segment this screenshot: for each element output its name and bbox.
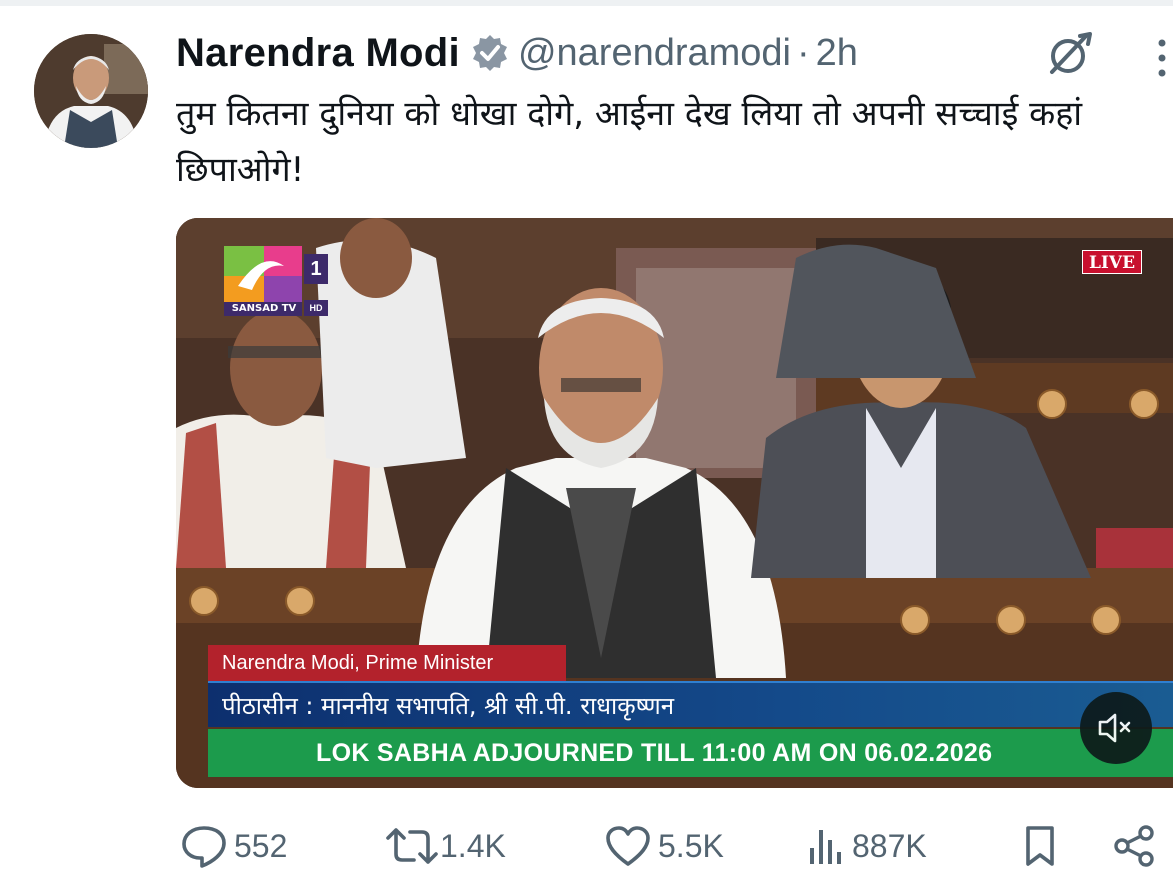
repost-button[interactable]: 1.4K [384,824,506,868]
bookmark-icon [1026,826,1054,866]
sansad-tv-logo: SANSAD TV 1 HD [224,246,328,316]
more-options-icon[interactable] [1155,38,1169,78]
grok-icon[interactable] [1044,30,1094,76]
share-button[interactable] [1110,824,1158,868]
separator-dot: · [797,31,810,74]
repost-count: 1.4K [440,827,506,864]
heart-icon [606,826,650,866]
top-divider [0,0,1173,6]
views-chart-icon [810,830,841,864]
news-ticker: LOK SABHA ADJOURNED TILL 11:00 AM ON 06.… [208,729,1173,777]
lower-third-name: Narendra Modi, Prime Minister [208,645,566,681]
live-badge: LIVE [1082,250,1142,274]
tweet-header: Narendra Modi @narendramodi · 2h [176,28,858,78]
repost-icon [386,828,438,864]
like-count: 5.5K [658,827,724,864]
mute-button[interactable] [1080,692,1152,764]
reply-count: 552 [234,827,288,864]
tweet-actions: 552 1.4K 5.5K 887K [176,818,1173,874]
reply-icon [182,826,226,868]
channel-number: 1 [310,258,322,280]
author-name[interactable]: Narendra Modi [176,31,460,76]
like-button[interactable]: 5.5K [604,824,724,868]
volume-muted-icon [1098,713,1131,743]
channel-hd: HD [309,303,323,313]
reply-button[interactable]: 552 [180,824,287,868]
verified-badge-icon [472,35,507,71]
tweet-text: तुम कितना दुनिया को धोखा दोगे, आईना देख … [176,94,1083,190]
lower-third-chair: पीठासीन : माननीय सभापति, श्री सी.पी. राध… [208,681,1173,727]
share-icon [1114,825,1154,867]
bookmark-button[interactable] [1020,824,1060,868]
author-handle[interactable]: @narendramodi [518,32,791,75]
avatar-image [34,34,148,148]
avatar[interactable] [34,34,148,148]
view-count: 887K [852,827,927,864]
channel-name: SANSAD TV [231,303,297,314]
video-player[interactable]: SANSAD TV 1 HD LIVE Narendra Modi, Prime… [176,218,1173,788]
timestamp[interactable]: 2h [816,32,858,75]
views-button[interactable]: 887K [806,824,927,868]
